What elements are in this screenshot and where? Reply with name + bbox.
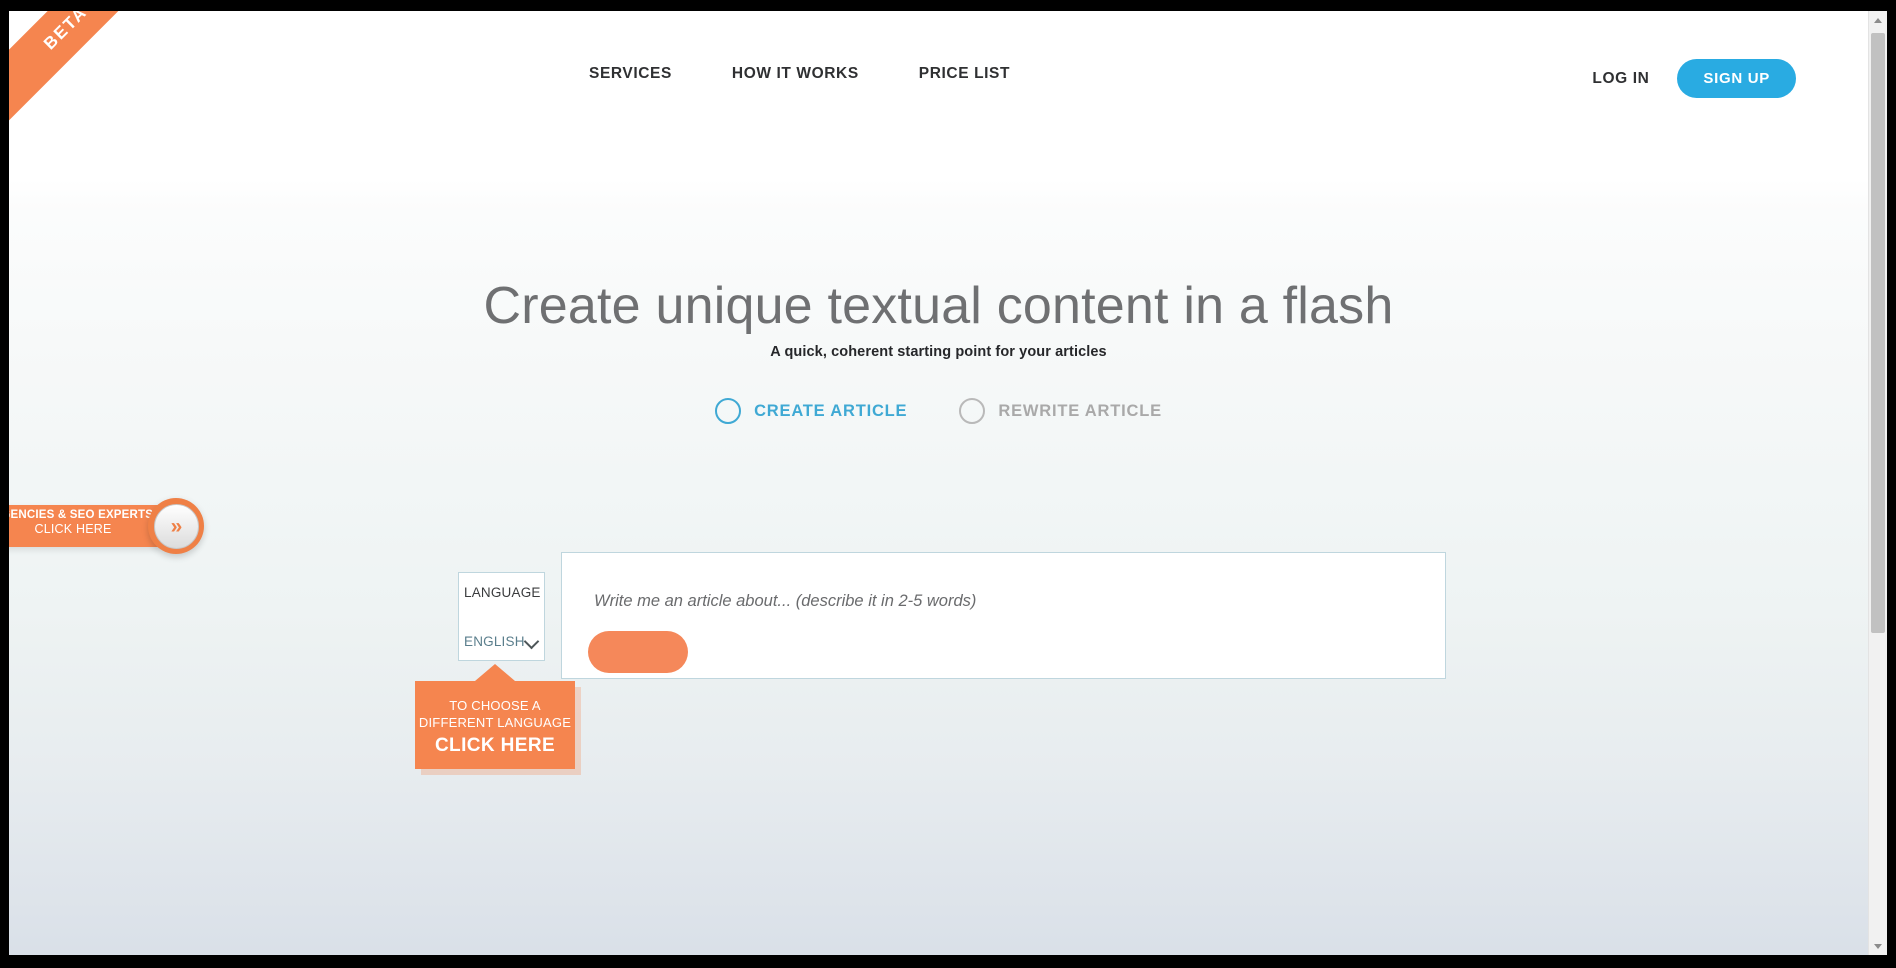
language-selector[interactable]: LANGUAGE ENGLISH — [458, 572, 545, 661]
language-callout[interactable]: TO CHOOSE A DIFFERENT LANGUAGE CLICK HER… — [415, 664, 575, 769]
page-title: Create unique textual content in a flash — [483, 277, 1394, 335]
agencies-callout-line-1: AGENCIES & SEO EXPERTS — [9, 509, 154, 521]
nav-item-price-list[interactable]: PRICE LIST — [919, 65, 1010, 83]
scroll-down-arrow-icon[interactable] — [1869, 937, 1887, 955]
page-viewport: SERVICES HOW IT WORKS PRICE LIST LOG IN … — [9, 11, 1887, 955]
mode-label-rewrite-article: REWRITE ARTICLE — [998, 401, 1162, 420]
double-chevron-right-icon: » — [170, 514, 183, 538]
log-in-link[interactable]: LOG IN — [1592, 70, 1649, 88]
sign-up-button[interactable]: SIGN UP — [1677, 59, 1796, 98]
agencies-callout[interactable]: AGENCIES & SEO EXPERTS CLICK HERE — [9, 505, 159, 547]
language-value[interactable]: ENGLISH — [464, 634, 525, 649]
browser-window-frame: SERVICES HOW IT WORKS PRICE LIST LOG IN … — [0, 0, 1896, 968]
agencies-badge-inner: » — [153, 503, 199, 549]
article-topic-input[interactable]: Write me an article about... (describe i… — [594, 592, 976, 611]
scrollbar-thumb[interactable] — [1871, 33, 1885, 633]
language-callout-line-1: TO CHOOSE A — [449, 698, 541, 713]
page-background: SERVICES HOW IT WORKS PRICE LIST LOG IN … — [9, 11, 1868, 955]
mode-label-create-article: CREATE ARTICLE — [754, 401, 908, 420]
page-subtitle: A quick, coherent starting point for you… — [770, 344, 1107, 360]
language-callout-line-2: DIFFERENT LANGUAGE — [418, 715, 572, 730]
nav-item-services[interactable]: SERVICES — [589, 65, 672, 83]
auth-actions: LOG IN SIGN UP — [1592, 59, 1796, 98]
mode-option-create-article[interactable]: CREATE ARTICLE — [715, 398, 907, 424]
main-navigation: SERVICES HOW IT WORKS PRICE LIST — [589, 65, 1010, 83]
language-label: LANGUAGE — [464, 585, 541, 600]
language-callout-action[interactable]: CLICK HERE — [415, 735, 575, 757]
callout-pointer-icon — [475, 664, 515, 681]
article-composer[interactable]: Write me an article about... (describe i… — [561, 552, 1446, 679]
generate-article-button[interactable] — [588, 631, 688, 673]
radio-create-article-icon[interactable] — [715, 398, 742, 424]
site-header: SERVICES HOW IT WORKS PRICE LIST LOG IN … — [9, 11, 1868, 151]
radio-rewrite-article-icon[interactable] — [959, 398, 986, 424]
vertical-scrollbar[interactable] — [1868, 11, 1887, 955]
chevron-down-icon[interactable] — [523, 633, 540, 650]
agencies-badge-button[interactable]: » — [148, 498, 204, 554]
mode-option-rewrite-article[interactable]: REWRITE ARTICLE — [959, 398, 1162, 424]
language-callout-text: TO CHOOSE A DIFFERENT LANGUAGE — [415, 681, 575, 731]
nav-item-how-it-works[interactable]: HOW IT WORKS — [732, 65, 859, 83]
scroll-up-arrow-icon[interactable] — [1869, 11, 1887, 29]
agencies-callout-line-2: CLICK HERE — [34, 522, 112, 536]
mode-selector: CREATE ARTICLE REWRITE ARTICLE — [9, 398, 1868, 424]
